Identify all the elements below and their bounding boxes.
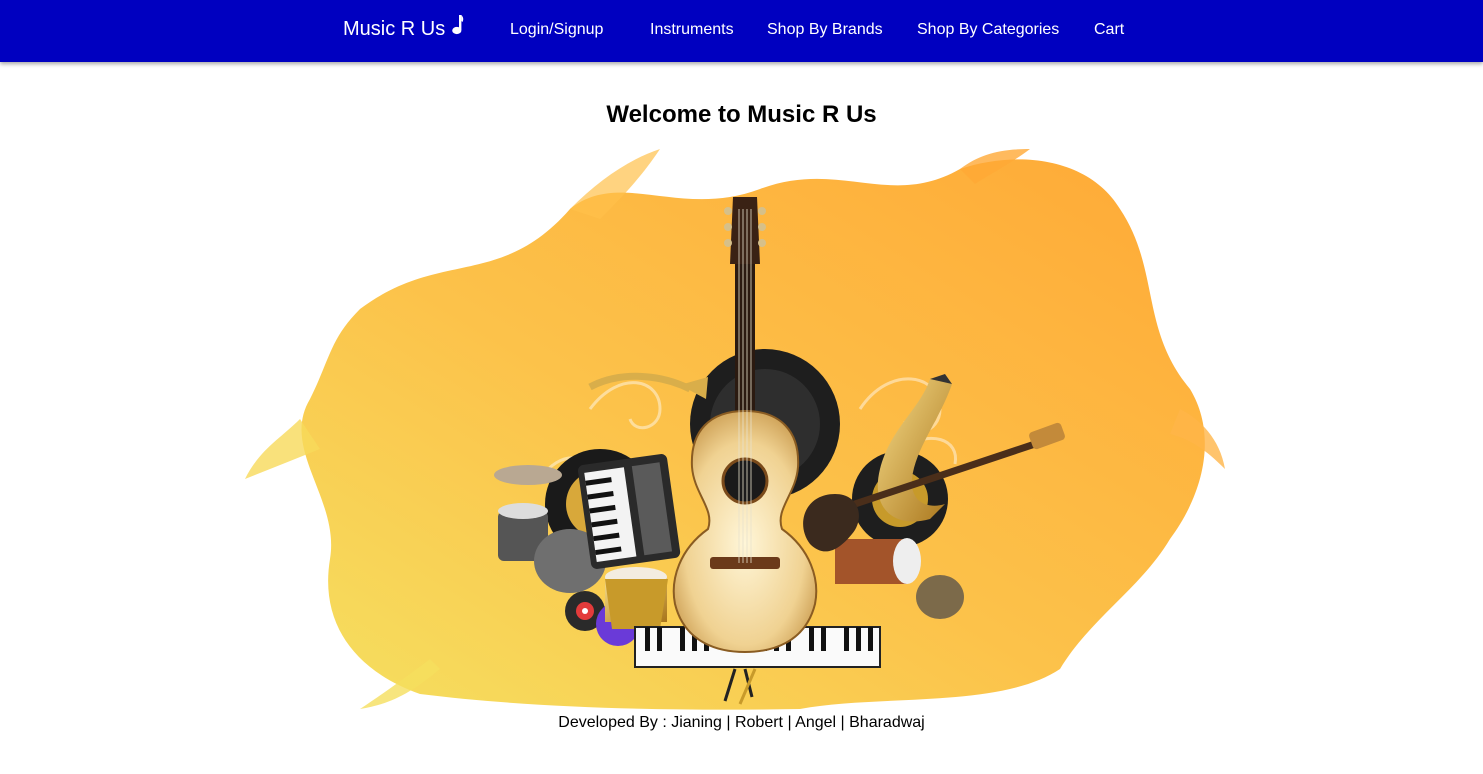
brand-name: Music R Us	[343, 18, 446, 40]
page-title: Welcome to Music R Us	[606, 101, 877, 128]
nav-shop-by-categories[interactable]: Shop By Categories	[917, 20, 1059, 40]
tabla	[605, 579, 668, 629]
hero-image	[245, 149, 1225, 710]
footer-credits: Developed By : Jianing | Robert | Angel …	[558, 714, 925, 731]
navbar: Music R Us Login/Signup Instruments Shop…	[0, 0, 1483, 62]
nav-instruments[interactable]: Instruments	[650, 20, 734, 40]
music-note-icon	[452, 15, 464, 35]
nav-cart[interactable]: Cart	[1094, 20, 1124, 40]
accordion	[577, 454, 681, 569]
nav-login-signup[interactable]: Login/Signup	[510, 20, 603, 40]
brand-link[interactable]: Music R Us	[343, 15, 464, 42]
nav-shop-by-brands[interactable]: Shop By Brands	[767, 20, 883, 40]
